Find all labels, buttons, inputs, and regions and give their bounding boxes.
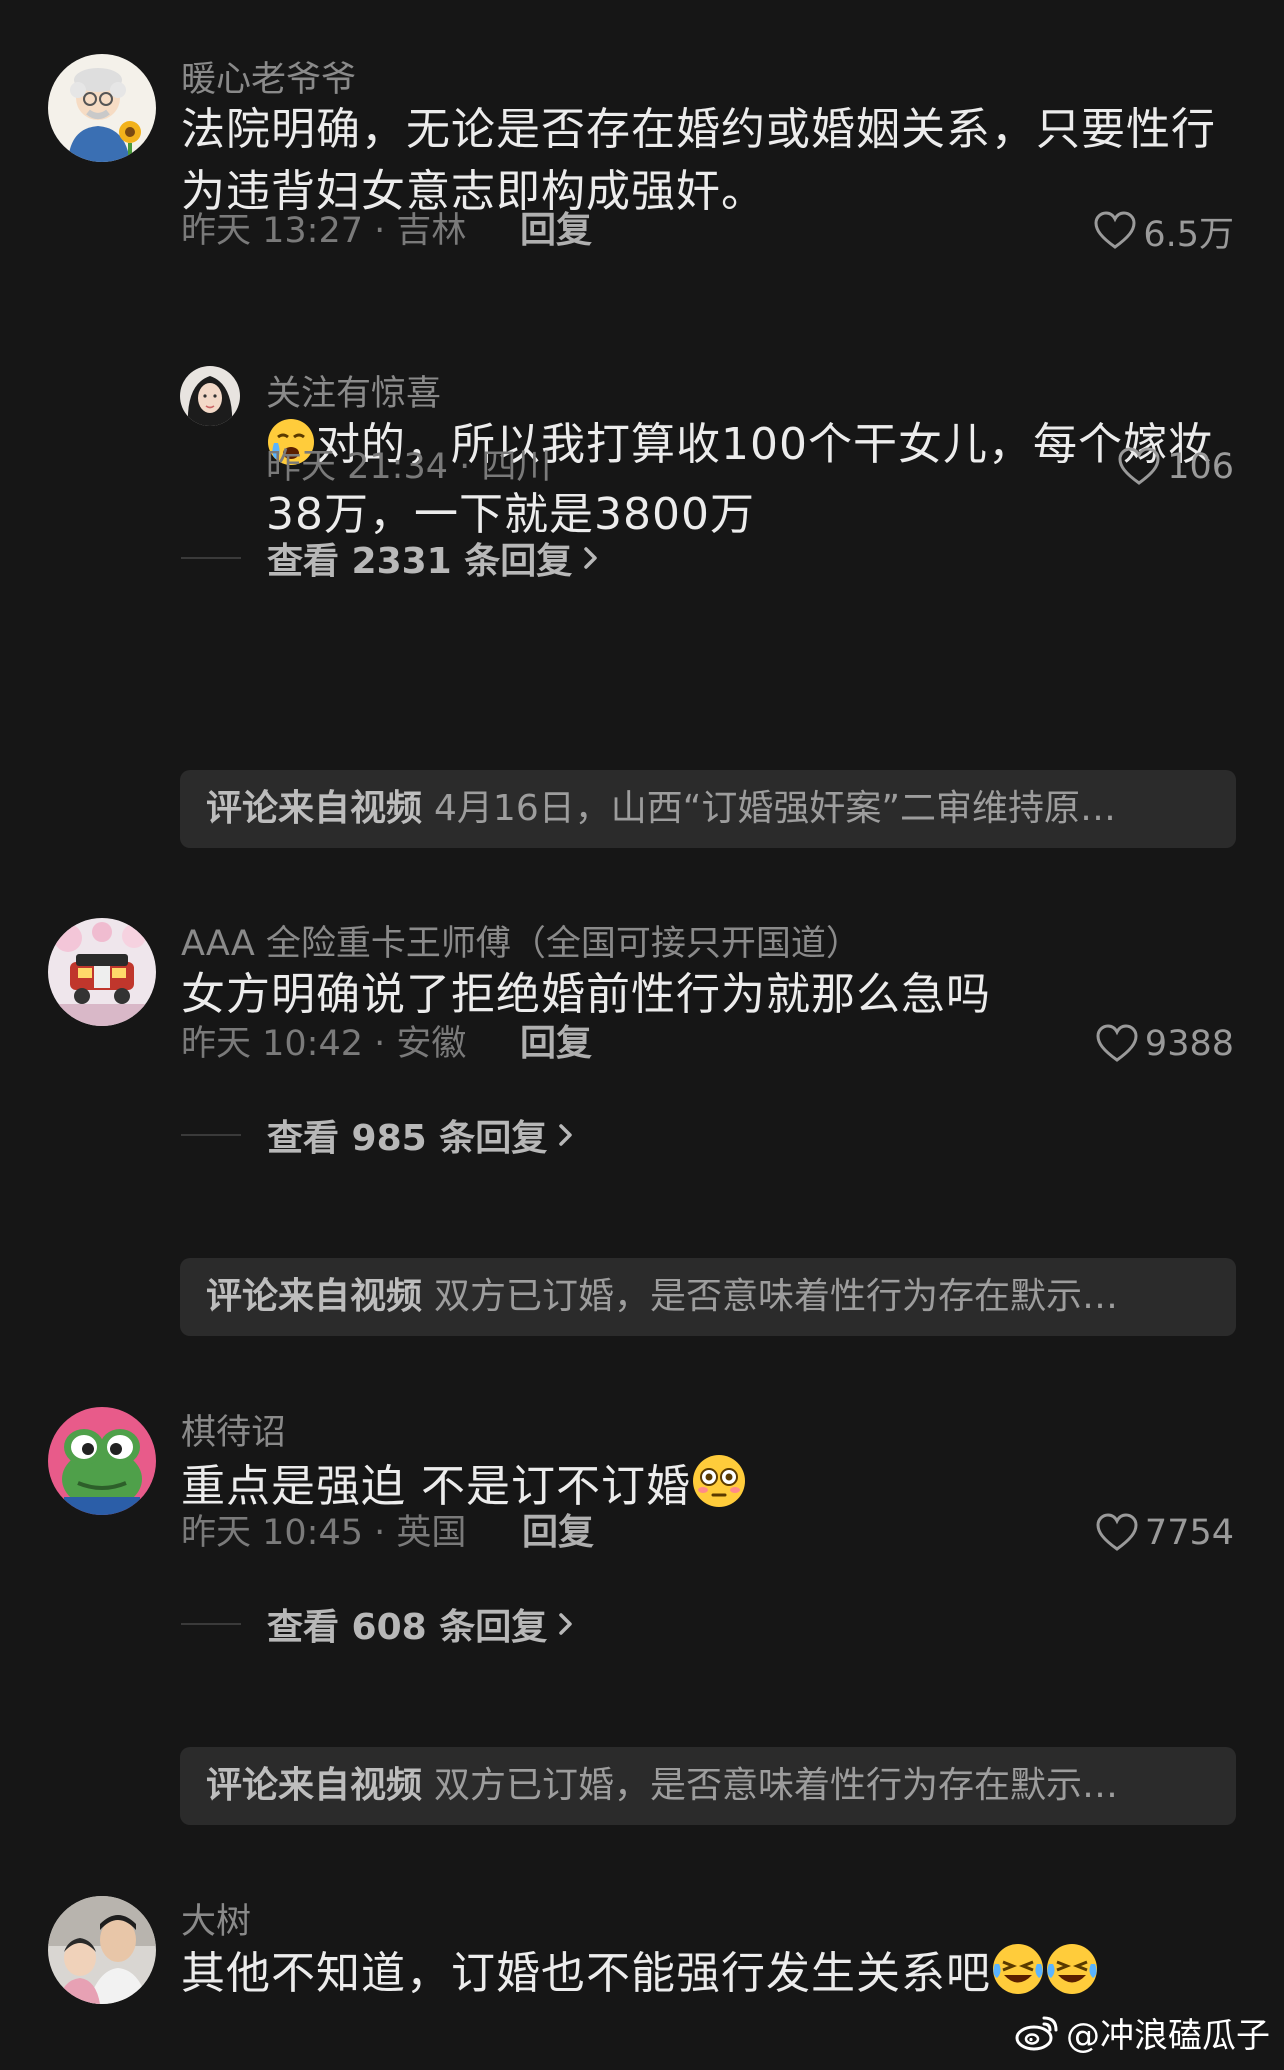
weibo-logo-icon [1015, 2016, 1058, 2051]
source-text: 双方已订婚，是否意味着性行为存在默示… [434, 1276, 1119, 1317]
view-replies-link[interactable]: 查看 985 条回复 [181, 1113, 577, 1159]
comment-username[interactable]: 暖心老爷爷 [181, 58, 356, 102]
heart-icon [1096, 1513, 1138, 1551]
reply-button[interactable]: 回复 [520, 209, 592, 253]
like-count: 9388 [1144, 1024, 1234, 1064]
rolling-laughing-face-icon [1045, 1942, 1099, 2013]
like-count: 7754 [1144, 1513, 1234, 1553]
view-replies-label: 查看 985 条回复 [267, 1118, 548, 1159]
heart-icon [1096, 1024, 1138, 1062]
like-button[interactable]: 6.5万 [1093, 209, 1234, 255]
source-tag: 评论来自视频 [206, 788, 423, 829]
source-tag: 评论来自视频 [206, 1765, 423, 1806]
comment-text-content: 重点是强迫 不是订不订婚 [181, 1461, 691, 1512]
comment-username[interactable]: 棋待诏 [181, 1411, 286, 1455]
video-source-box[interactable]: 评论来自视频 4月16日，山西“订婚强奸案”二审维持原… [180, 770, 1236, 848]
heart-icon [1118, 447, 1160, 485]
view-replies-label: 查看 2331 条回复 [267, 541, 573, 582]
avatar[interactable] [48, 918, 156, 1026]
comment-text: 法院明确，无论是否存在婚约或婚姻关系，只要性行为违背妇女意志即构成强奸。 [181, 104, 1216, 217]
like-count: 6.5万 [1143, 214, 1234, 255]
view-replies-link[interactable]: 查看 608 条回复 [181, 1602, 577, 1648]
comment-username[interactable]: 大树 [181, 1900, 251, 1944]
video-source-box[interactable]: 评论来自视频 双方已订婚，是否意味着性行为存在默示… [180, 1747, 1236, 1825]
avatar[interactable] [48, 1896, 156, 2004]
comment-username[interactable]: AAA 全险重卡王师傅（全国可接只开国道） [181, 922, 861, 966]
avatar[interactable] [48, 1407, 156, 1515]
comment-meta: 昨天 13:27 · 吉林 [181, 211, 467, 251]
view-replies-label: 查看 608 条回复 [267, 1607, 548, 1648]
watermark-text: @冲浪磕瓜子 [1066, 2015, 1270, 2056]
comment-text: 女方明确说了拒绝婚前性行为就那么急吗 [181, 969, 991, 1020]
chevron-right-icon [559, 1124, 572, 1146]
rolling-laughing-face-icon [991, 1942, 1045, 2013]
comment-text: 其他不知道，订婚也不能强行发生关系吧 [181, 1942, 1241, 2013]
like-button[interactable]: 7754 [1095, 1511, 1234, 1555]
chevron-right-icon [559, 1613, 572, 1635]
reply-meta: 昨天 21:34 · 四川 [266, 447, 552, 487]
comment-meta: 昨天 10:45 · 英国 [181, 1513, 467, 1553]
reply-username[interactable]: 关注有惊喜 [266, 372, 441, 416]
divider-line [181, 1134, 241, 1136]
like-count: 106 [1167, 447, 1234, 487]
source-text: 双方已订婚，是否意味着性行为存在默示… [434, 1765, 1119, 1806]
comment-meta: 昨天 10:42 · 安徽 [181, 1024, 467, 1064]
weibo-watermark: @冲浪磕瓜子 [1014, 2008, 1270, 2056]
heart-icon [1094, 211, 1136, 249]
flushed-face-icon [691, 1453, 747, 1526]
comment-list: 暖心老爷爷 法院明确，无论是否存在婚约或婚姻关系，只要性行为违背妇女意志即构成强… [0, 0, 1284, 2070]
view-replies-link[interactable]: 查看 2331 条回复 [181, 536, 602, 582]
reply-like-button[interactable]: 106 [1117, 445, 1234, 489]
divider-line [181, 557, 241, 559]
comment-text-content: 其他不知道，订婚也不能强行发生关系吧 [181, 1948, 991, 1999]
like-button[interactable]: 9388 [1095, 1022, 1234, 1066]
video-source-box[interactable]: 评论来自视频 双方已订婚，是否意味着性行为存在默示… [180, 1258, 1236, 1336]
chevron-right-icon [584, 547, 598, 569]
avatar[interactable] [48, 54, 156, 162]
reply-button[interactable]: 回复 [520, 1022, 592, 1066]
reply-avatar[interactable] [180, 366, 240, 426]
reply-button[interactable]: 回复 [522, 1511, 594, 1555]
source-tag: 评论来自视频 [206, 1276, 423, 1317]
divider-line [181, 1623, 241, 1625]
source-text: 4月16日，山西“订婚强奸案”二审维持原… [434, 788, 1117, 829]
